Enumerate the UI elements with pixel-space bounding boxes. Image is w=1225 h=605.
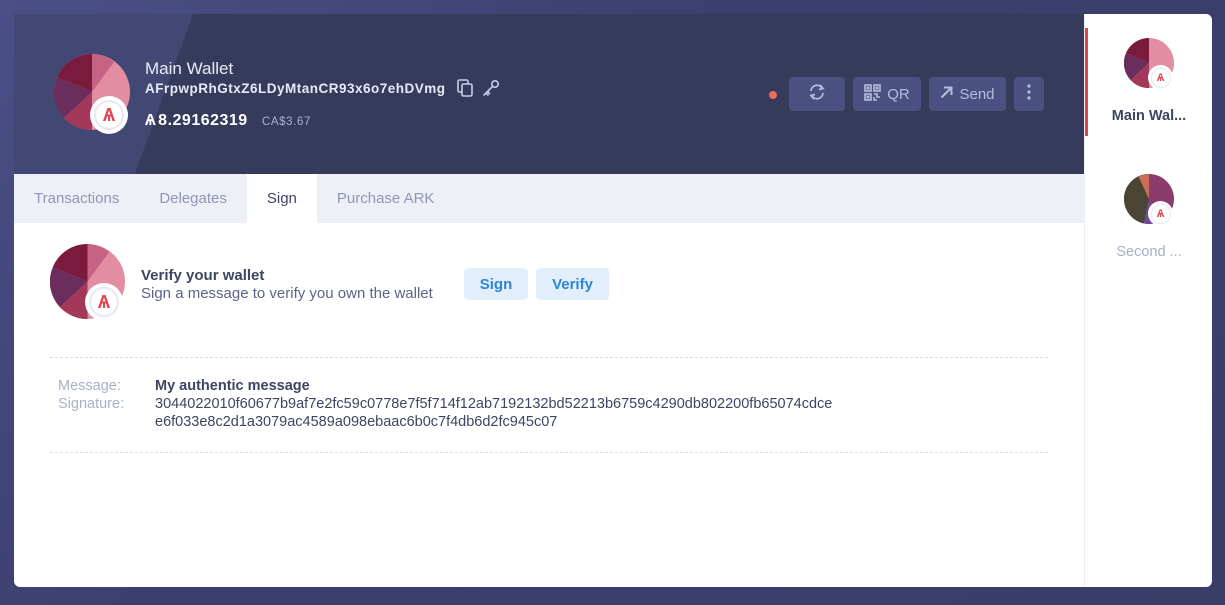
verify-button[interactable]: Verify	[536, 268, 609, 300]
ark-logo-icon: Ѧ	[1150, 67, 1171, 88]
message-value: My authentic message	[155, 378, 310, 394]
divider	[50, 357, 1048, 358]
ark-badge: Ѧ	[1148, 201, 1173, 226]
signature-value-line-1: 3044022010f60677b9af7e2fc59c0778e7f5f714…	[155, 396, 833, 412]
fiat-balance: CA$3.67	[262, 116, 311, 128]
sidebar-wallet-label: Main Wal...	[1111, 108, 1187, 124]
send-arrow-icon	[940, 86, 953, 103]
tab-purchase-ark[interactable]: Purchase ARK	[317, 174, 455, 223]
ark-badge: Ѧ	[85, 283, 123, 321]
ark-logo-icon: Ѧ	[94, 100, 124, 130]
sidebar-wallet-second[interactable]: Ѧ Second ...	[1085, 174, 1213, 274]
app-window: Ѧ Main Wallet AFrpwpRhGtxZ6LDyMtanCR93x6…	[14, 14, 1084, 587]
send-button[interactable]: Send	[929, 77, 1006, 111]
ark-badge: Ѧ	[1148, 65, 1173, 90]
sign-wallet-avatar: Ѧ	[49, 243, 125, 321]
more-vertical-icon	[1027, 84, 1031, 104]
wallet-name: Main Wallet	[145, 59, 234, 78]
ark-badge: Ѧ	[90, 96, 128, 134]
tab-delegates[interactable]: Delegates	[139, 174, 247, 223]
signature-value-line-2: e6f033e8c2d1a3079ac4589a098ebaac6b0c7f4d…	[155, 414, 558, 430]
sidebar-wallet-main[interactable]: Ѧ Main Wal...	[1085, 28, 1213, 136]
qr-code-icon	[864, 83, 882, 105]
wallet-header: Ѧ Main Wallet AFrpwpRhGtxZ6LDyMtanCR93x6…	[14, 14, 1084, 174]
ark-logo-icon: Ѧ	[89, 287, 119, 317]
more-options-button[interactable]	[1014, 77, 1044, 111]
wallet-sidebar: Ѧ Main Wal... Ѧ Second ...	[1084, 14, 1212, 587]
wallet-avatar: Ѧ	[53, 53, 130, 134]
status-indicator	[769, 91, 777, 99]
message-label: Message:	[58, 378, 121, 394]
tab-transactions[interactable]: Transactions	[14, 174, 139, 223]
divider	[50, 452, 1048, 453]
sidebar-wallet-avatar: Ѧ	[1123, 37, 1174, 90]
wallet-address: AFrpwpRhGtxZ6LDyMtanCR93x6o7ehDVmg	[145, 81, 446, 96]
ark-currency-symbol: Ѧ	[145, 112, 157, 129]
qr-button-label: QR	[887, 85, 910, 103]
signature-label: Signature:	[58, 396, 125, 412]
wallet-tabs: Transactions Delegates Sign Purchase ARK	[14, 174, 1084, 223]
verify-title: Verify your wallet	[141, 267, 265, 284]
key-icon[interactable]	[481, 77, 501, 99]
refresh-icon	[808, 84, 826, 104]
copy-icon[interactable]	[455, 77, 475, 99]
balance-amount: 8.29162319	[158, 112, 248, 129]
sidebar-wallet-avatar: Ѧ	[1124, 174, 1174, 226]
qr-button[interactable]: QR	[853, 77, 921, 111]
sign-button[interactable]: Sign	[464, 268, 528, 300]
sidebar-wallet-label: Second ...	[1116, 244, 1182, 260]
ark-logo-icon: Ѧ	[1150, 203, 1171, 224]
send-button-label: Send	[959, 85, 995, 103]
refresh-button[interactable]	[789, 77, 845, 111]
wallet-balance: Ѧ 8.29162319	[145, 112, 248, 130]
verify-subtitle: Sign a message to verify you own the wal…	[141, 285, 433, 302]
tab-sign[interactable]: Sign	[246, 174, 317, 223]
